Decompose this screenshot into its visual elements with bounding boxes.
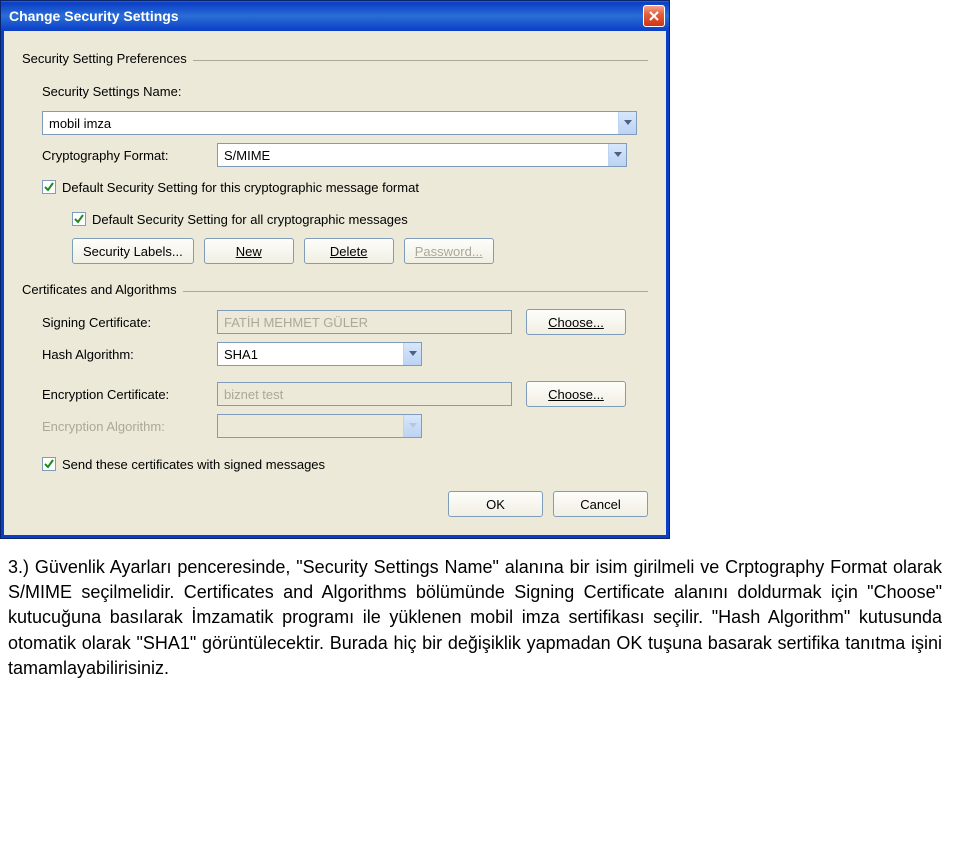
cryptography-format-label: Cryptography Format: (42, 148, 217, 163)
signing-certificate-label: Signing Certificate: (42, 315, 217, 330)
chevron-down-icon[interactable] (618, 112, 636, 134)
checkmark-icon (74, 214, 84, 224)
checkmark-icon (44, 459, 54, 469)
new-button[interactable]: New (204, 238, 294, 264)
chevron-down-icon[interactable] (608, 144, 626, 166)
chevron-down-icon[interactable] (403, 343, 421, 365)
encryption-algorithm-label: Encryption Algorithm: (42, 419, 217, 434)
default-format-checkbox-label: Default Security Setting for this crypto… (62, 180, 419, 195)
cryptography-format-combo[interactable]: S/MIME (217, 143, 627, 167)
close-button[interactable] (643, 5, 665, 27)
checkmark-icon (44, 182, 54, 192)
group-security-preferences: Security Setting Preferences Security Se… (22, 45, 648, 264)
close-icon (648, 10, 660, 22)
choose-encryption-button[interactable]: Choose... (526, 381, 626, 407)
encryption-certificate-label: Encryption Certificate: (42, 387, 217, 402)
dialog-content: Security Setting Preferences Security Se… (1, 31, 669, 538)
window-title: Change Security Settings (9, 8, 179, 24)
password-button: Password... (404, 238, 494, 264)
group-preferences-legend: Security Setting Preferences (22, 51, 193, 66)
default-all-checkbox[interactable] (72, 212, 86, 226)
default-all-checkbox-label: Default Security Setting for all cryptog… (92, 212, 408, 227)
send-certificates-checkbox[interactable] (42, 457, 56, 471)
hash-algorithm-value: SHA1 (218, 347, 403, 362)
security-labels-button[interactable]: Security Labels... (72, 238, 194, 264)
cancel-button[interactable]: Cancel (553, 491, 648, 517)
document-text: 3.) Güvenlik Ayarları penceresinde, "Sec… (0, 539, 950, 701)
security-settings-name-combo[interactable]: mobil imza (42, 111, 637, 135)
group-certs-legend: Certificates and Algorithms (22, 282, 183, 297)
default-format-checkbox[interactable] (42, 180, 56, 194)
group-certificates-algorithms: Certificates and Algorithms Signing Cert… (22, 276, 648, 477)
cryptography-format-value: S/MIME (218, 148, 608, 163)
security-settings-name-value: mobil imza (43, 116, 618, 131)
hash-algorithm-combo[interactable]: SHA1 (217, 342, 422, 366)
hash-algorithm-label: Hash Algorithm: (42, 347, 217, 362)
dialog-button-row: OK Cancel (22, 491, 648, 517)
encryption-certificate-field: biznet test (217, 382, 512, 406)
security-settings-name-label: Security Settings Name: (42, 84, 217, 99)
signing-certificate-field: FATİH MEHMET GÜLER (217, 310, 512, 334)
delete-button[interactable]: Delete (304, 238, 394, 264)
titlebar: Change Security Settings (1, 1, 669, 31)
choose-signing-button[interactable]: Choose... (526, 309, 626, 335)
encryption-algorithm-combo (217, 414, 422, 438)
change-security-settings-dialog: Change Security Settings Security Settin… (0, 0, 670, 539)
chevron-down-icon (403, 415, 421, 437)
send-certificates-checkbox-label: Send these certificates with signed mess… (62, 457, 325, 472)
ok-button[interactable]: OK (448, 491, 543, 517)
